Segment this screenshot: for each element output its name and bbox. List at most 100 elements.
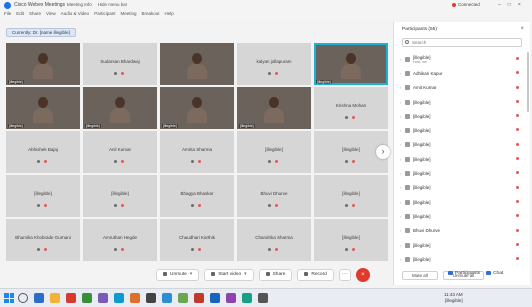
participant-list-item[interactable]: › [illegible] [400,238,525,252]
participant-tile[interactable]: [illegible] [160,87,234,129]
participant-tile[interactable]: Krishna Mohan [314,87,388,129]
participant-tile[interactable]: Bhuvi Dhurve [237,175,311,217]
participant-tile[interactable]: [illegible] [6,43,80,85]
expand-chevron-icon[interactable]: › [400,171,404,176]
participant-tile[interactable]: [illegible] [237,87,311,129]
taskbar-app-icon[interactable] [146,293,156,303]
system-tray-clock[interactable]: 11:43 AM [illegible] [444,292,463,303]
expand-chevron-icon[interactable]: › [400,200,404,205]
participant-tile[interactable] [160,43,234,85]
participant-list-item[interactable]: › [illegible] [400,152,525,166]
menu-edit[interactable]: Edit [16,11,24,16]
participant-list-item[interactable]: › [illegible] [400,209,525,223]
expand-chevron-icon[interactable]: › [400,142,404,147]
taskbar-search-icon[interactable] [18,293,28,303]
expand-chevron-icon[interactable]: › [400,214,404,219]
participant-tile[interactable]: [illegible] [83,87,157,129]
participant-list-item[interactable]: › Adhikari Kapur [400,66,525,80]
more-options-button[interactable]: ··· [338,269,351,281]
participants-toggle[interactable]: Participants [448,269,480,279]
hide-menu-bar-link[interactable]: Hide menu bar [98,2,128,7]
menu-share[interactable]: Share [29,11,41,16]
menu-view[interactable]: View [46,11,56,16]
participant-search-input[interactable] [412,39,512,46]
taskbar-app-icon[interactable] [130,293,140,303]
participant-tile[interactable]: [illegible] [314,219,388,261]
participant-tile[interactable]: Sudarsan Bhardwaj [83,43,157,85]
participant-tile[interactable]: Amruthan Hegde [83,219,157,261]
participant-list-item[interactable]: › Amit Kumar [400,81,525,95]
taskbar-app-icon[interactable] [210,293,220,303]
record-button[interactable]: Record [297,269,334,281]
share-button[interactable]: Share [258,269,293,281]
menu-breakout[interactable]: Breakout [141,11,159,16]
participant-list-item[interactable]: › [illegible] [400,138,525,152]
taskbar-app-icon[interactable] [98,293,108,303]
participant-scrollbar[interactable] [527,52,529,112]
menu-participant[interactable]: Participant [94,11,115,16]
participant-tile[interactable]: Bhumika Khobrade Gurnani [6,219,80,261]
taskbar-app-icon[interactable] [194,293,204,303]
expand-chevron-icon[interactable]: › [400,128,404,133]
active-speaker-banner[interactable]: Currently: Dr. [name illegible] [6,28,76,37]
next-page-button[interactable]: › [376,145,390,159]
participant-list-item[interactable]: › [illegible] [400,95,525,109]
expand-chevron-icon[interactable]: › [400,257,404,262]
meeting-info-link[interactable]: Meeting Info [67,2,92,7]
minimize-button[interactable]: – [498,2,501,8]
participant-list-item[interactable]: › Bhuvi Dhurve [400,224,525,238]
connection-status[interactable]: Connected [452,2,480,7]
participant-tile[interactable]: Anil Kumar [83,131,157,173]
taskbar-app-icon[interactable] [258,293,268,303]
taskbar-app-icon[interactable] [242,293,252,303]
expand-chevron-icon[interactable]: › [400,71,404,76]
menu-file[interactable]: File [4,11,11,16]
participant-tile[interactable]: Abhishek Bajaj [6,131,80,173]
taskbar-app-icon[interactable] [114,293,124,303]
participant-list-item[interactable]: › [illegible] [400,252,525,266]
unmute-button[interactable]: Unmute [156,269,200,281]
maximize-button[interactable]: □ [508,2,511,8]
expand-chevron-icon[interactable]: › [400,157,404,162]
taskbar-app-icon[interactable] [226,293,236,303]
participant-list-item[interactable]: › [illegible] [400,181,525,195]
participant-list-item[interactable]: › [illegible] [400,195,525,209]
expand-chevron-icon[interactable]: › [400,243,404,248]
participant-tile[interactable]: Amrita Sharma [160,131,234,173]
participant-tile[interactable]: Chandrika Sharma [237,219,311,261]
expand-chevron-icon[interactable]: › [400,185,404,190]
panel-close-icon[interactable]: × [520,26,524,32]
participant-list-item[interactable]: › [illegible] [400,166,525,180]
mute-all-button[interactable]: Mute all [402,271,438,280]
video-button[interactable]: Start video [204,269,254,281]
participant-tile[interactable]: Chaudhari Karthik [160,219,234,261]
participant-tile[interactable]: [illegible] [6,175,80,217]
menu-meeting[interactable]: Meeting [120,11,136,16]
taskbar-app-icon[interactable] [66,293,76,303]
taskbar-app-icon[interactable] [82,293,92,303]
chat-toggle[interactable]: Chat [486,269,503,279]
expand-chevron-icon[interactable]: › [400,114,404,119]
windows-start-icon[interactable] [4,293,14,303]
participant-tile[interactable]: [illegible] [314,43,388,85]
taskbar-app-icon[interactable] [178,293,188,303]
participant-tile[interactable]: [illegible] [83,175,157,217]
taskbar-app-icon[interactable] [34,293,44,303]
participant-list-item[interactable]: › [illegible] [400,123,525,137]
participant-list-item[interactable]: › [illegible] [400,109,525,123]
participant-list-item[interactable]: › [illegible] Host, me [400,52,525,66]
expand-chevron-icon[interactable]: › [400,57,404,62]
participant-tile[interactable]: kalyan jollapuram [237,43,311,85]
expand-chevron-icon[interactable]: › [400,100,404,105]
participant-tile[interactable]: [illegible] [6,87,80,129]
end-meeting-button[interactable]: × [355,268,370,282]
menu-help[interactable]: Help [164,11,173,16]
expand-chevron-icon[interactable]: › [400,228,404,233]
taskbar-app-icon[interactable] [50,293,60,303]
taskbar-app-icon[interactable] [162,293,172,303]
expand-chevron-icon[interactable]: › [400,85,404,90]
participant-tile[interactable]: [illegible] [314,175,388,217]
menu-audio-video[interactable]: Audio & Video [61,11,89,16]
participant-tile[interactable]: Bhagya Bhaskar [160,175,234,217]
participant-tile[interactable]: [illegible] [237,131,311,173]
